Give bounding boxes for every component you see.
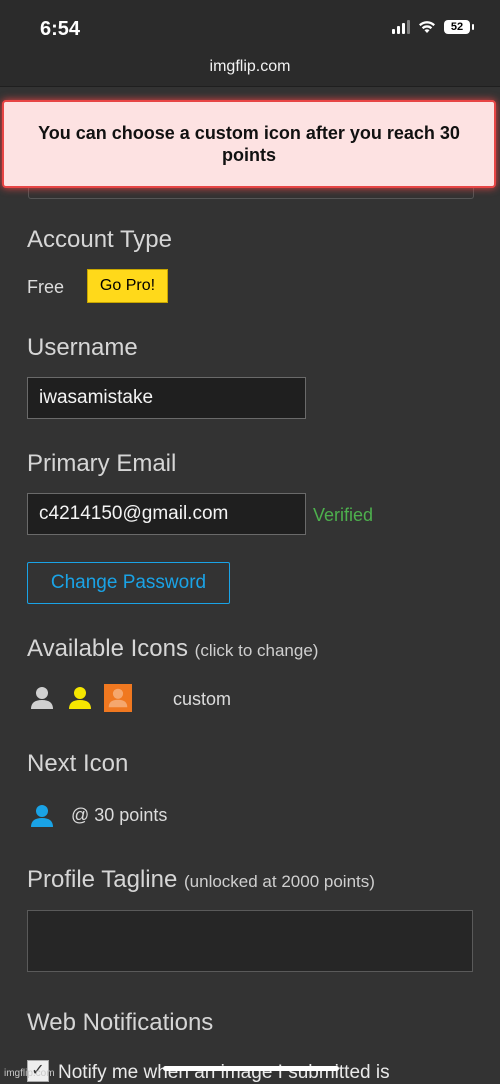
- web-notifications-heading: Web Notifications: [27, 1009, 214, 1036]
- url-text: imgflip.com: [209, 58, 291, 75]
- profile-tagline-title: Profile Tagline: [27, 866, 178, 893]
- available-icons-hint: (click to change): [194, 641, 319, 660]
- status-bar: 6:54 52: [0, 0, 500, 50]
- profile-tagline-heading: Profile Tagline (unlocked at 2000 points…: [27, 866, 375, 894]
- username-input[interactable]: iwasamistake: [27, 377, 306, 419]
- battery-level: 52: [450, 21, 464, 33]
- yellow-person-icon[interactable]: [68, 685, 92, 711]
- available-icons-row: [30, 684, 132, 712]
- username-heading: Username: [27, 334, 138, 361]
- custom-icon-link[interactable]: custom: [173, 689, 231, 710]
- selected-orange-person-icon[interactable]: [104, 684, 132, 712]
- toast-message: You can choose a custom icon after you r…: [38, 123, 460, 165]
- status-icons: 52: [392, 20, 474, 34]
- email-heading: Primary Email: [27, 450, 177, 477]
- account-type-value: Free: [27, 277, 65, 297]
- profile-tagline-textarea[interactable]: [27, 910, 473, 972]
- gray-person-icon[interactable]: [30, 685, 54, 711]
- home-indicator[interactable]: [163, 1066, 339, 1071]
- email-verified-status: Verified: [313, 505, 374, 525]
- blue-person-icon: [30, 803, 54, 829]
- change-password-button[interactable]: Change Password: [27, 562, 230, 604]
- error-toast: You can choose a custom icon after you r…: [2, 100, 496, 188]
- next-icon-points: @ 30 points: [71, 805, 168, 825]
- status-time: 6:54: [40, 18, 81, 40]
- battery-icon: 52: [444, 20, 474, 34]
- email-input[interactable]: c4214150@gmail.com: [27, 493, 306, 535]
- go-pro-button[interactable]: Go Pro!: [87, 269, 168, 303]
- browser-url-bar[interactable]: imgflip.com: [0, 50, 500, 87]
- profile-tagline-hint: (unlocked at 2000 points): [184, 872, 375, 891]
- wifi-icon: [419, 21, 435, 33]
- account-type-heading: Account Type: [27, 226, 172, 253]
- next-icon-heading: Next Icon: [27, 750, 129, 777]
- available-icons-title: Available Icons: [27, 635, 188, 662]
- watermark-text: imgflip.com: [4, 1068, 55, 1079]
- cellular-signal-icon: [392, 20, 410, 34]
- available-icons-heading: Available Icons (click to change): [27, 635, 318, 663]
